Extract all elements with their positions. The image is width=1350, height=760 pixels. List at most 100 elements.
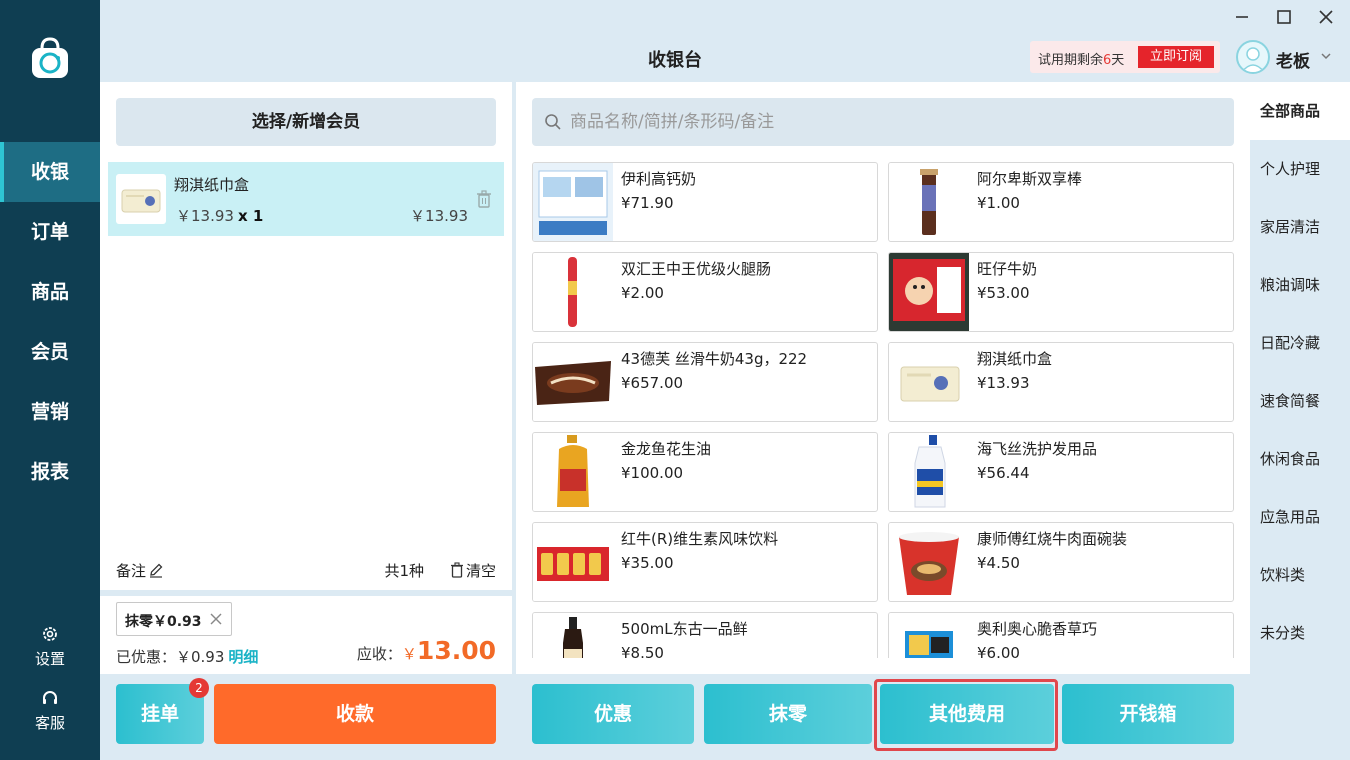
nav-item-marketing[interactable]: 营销 <box>0 382 100 442</box>
cart-item-name: 翔淇纸巾盒 <box>174 176 250 194</box>
product-card[interactable]: 红牛(R)维生素风味饮料 ¥35.00 <box>532 522 878 602</box>
user-menu[interactable]: 老板 <box>1236 40 1336 74</box>
settings-button[interactable]: 设置 <box>0 624 100 669</box>
nav-item-cashier[interactable]: 收银 <box>0 142 100 202</box>
product-price: ¥53.00 <box>977 284 1030 302</box>
product-card[interactable]: 金龙鱼花生油 ¥100.00 <box>532 432 878 512</box>
trash-icon <box>450 562 463 578</box>
product-card[interactable]: 翔淇纸巾盒 ¥13.93 <box>888 342 1234 422</box>
round-off-tag: 抹零￥0.93 <box>116 602 232 636</box>
product-price: ¥2.00 <box>621 284 664 302</box>
discount-button[interactable]: 优惠 <box>532 684 694 744</box>
product-name: 43德芙 丝滑牛奶43g，222 <box>621 350 808 368</box>
nav-item-products[interactable]: 商品 <box>0 262 100 322</box>
category-list: 全部商品 个人护理 家居清洁 粮油调味 日配冷藏 速食简餐 休闲食品 应急用品 … <box>1250 82 1350 674</box>
product-image <box>533 523 613 601</box>
settings-label: 设置 <box>34 650 65 668</box>
service-label: 客服 <box>34 714 65 732</box>
product-image <box>889 253 969 331</box>
product-image <box>533 253 613 331</box>
hold-order-button[interactable]: 挂单 2 <box>116 678 209 744</box>
amount-due: 应收：￥13.00 <box>356 636 496 665</box>
customer-service-button[interactable]: 客服 <box>0 688 100 733</box>
product-card[interactable]: 双汇王中王优级火腿肠 ¥2.00 <box>532 252 878 332</box>
product-card[interactable]: 奥利奥心脆香草巧 ¥6.00 <box>888 612 1234 658</box>
product-image <box>889 613 969 658</box>
product-card[interactable]: 海飞丝洗护发用品 ¥56.44 <box>888 432 1234 512</box>
product-image <box>533 163 613 241</box>
cart-summary-row: 备注 共1种 清空 <box>116 560 496 582</box>
product-price: ¥8.50 <box>621 644 664 658</box>
product-name: 伊利高钙奶 <box>621 170 697 188</box>
product-price: ¥1.00 <box>977 194 1020 212</box>
close-icon[interactable] <box>1314 6 1338 28</box>
cart-item[interactable]: 翔淇纸巾盒 ￥13.93 x 1 ￥13.93 <box>108 162 504 236</box>
clear-cart-button[interactable]: 清空 <box>450 560 496 581</box>
gear-icon <box>43 627 57 641</box>
product-image <box>533 433 613 511</box>
left-nav: 收银 订单 商品 会员 营销 报表 设置 客服 <box>0 0 100 760</box>
minimize-icon[interactable] <box>1230 6 1254 28</box>
app-logo-icon <box>32 37 68 78</box>
product-name: 金龙鱼花生油 <box>621 440 712 458</box>
product-image <box>889 523 969 601</box>
amount-due-value: 13.00 <box>416 636 496 665</box>
search-input[interactable] <box>570 98 1220 146</box>
cart-footer: 抹零￥0.93 已优惠：￥0.93 明细 应收：￥13.00 <box>100 590 512 674</box>
category-instant-food[interactable]: 速食简餐 <box>1250 372 1350 430</box>
product-price: ¥56.44 <box>977 464 1030 482</box>
product-name: 奥利奥心脆香草巧 <box>977 620 1098 638</box>
category-emergency[interactable]: 应急用品 <box>1250 488 1350 546</box>
maximize-icon[interactable] <box>1272 6 1296 28</box>
product-name: 阿尔卑斯双享棒 <box>977 170 1083 188</box>
category-grain-oil[interactable]: 粮油调味 <box>1250 256 1350 314</box>
discount-detail-link[interactable]: 明细 <box>228 648 258 666</box>
product-name: 康师傅红烧牛肉面碗装 <box>977 530 1128 548</box>
select-member-button[interactable]: 选择/新增会员 <box>116 98 496 146</box>
cart-item-subtotal: ￥13.93 <box>410 207 468 225</box>
headset-icon <box>43 691 57 704</box>
discount-summary: 已优惠：￥0.93 明细 <box>116 648 259 666</box>
product-price: ¥6.00 <box>977 644 1020 658</box>
product-image <box>533 343 613 421</box>
product-image <box>533 613 613 658</box>
cart-panel: 选择/新增会员 翔淇纸巾盒 ￥13.93 x 1 ￥13.93 备注 共1种 清空 <box>100 82 512 674</box>
product-card[interactable]: 旺仔牛奶 ¥53.00 <box>888 252 1234 332</box>
product-name: 海飞丝洗护发用品 <box>977 440 1098 458</box>
product-image <box>889 343 969 421</box>
trial-banner: 试用期剩余6天 立即订阅 <box>1030 41 1220 73</box>
nav-item-reports[interactable]: 报表 <box>0 442 100 502</box>
product-card[interactable]: 43德芙 丝滑牛奶43g，222 ¥657.00 <box>532 342 878 422</box>
category-chilled[interactable]: 日配冷藏 <box>1250 314 1350 372</box>
category-uncategorized[interactable]: 未分类 <box>1250 604 1350 662</box>
product-name: 双汇王中王优级火腿肠 <box>621 260 772 278</box>
product-price: ¥35.00 <box>621 554 674 572</box>
product-card[interactable]: 伊利高钙奶 ¥71.90 <box>532 162 878 242</box>
avatar <box>1236 40 1270 74</box>
product-image <box>889 433 969 511</box>
category-all[interactable]: 全部商品 <box>1250 82 1350 140</box>
checkout-button[interactable]: 收款 <box>214 684 496 744</box>
trash-icon[interactable] <box>476 190 492 208</box>
product-card[interactable]: 康师傅红烧牛肉面碗装 ¥4.50 <box>888 522 1234 602</box>
round-off-button[interactable]: 抹零 <box>704 684 872 744</box>
cart-item-qty: x 1 <box>237 207 264 225</box>
category-beverages[interactable]: 饮料类 <box>1250 546 1350 604</box>
product-card[interactable]: 500mL东古一品鲜 ¥8.50 <box>532 612 878 658</box>
other-fees-button[interactable]: 其他费用 <box>880 684 1054 744</box>
search-bar <box>532 98 1234 146</box>
note-button[interactable]: 备注 <box>116 560 164 581</box>
nav-item-members[interactable]: 会员 <box>0 322 100 382</box>
product-price: ¥13.93 <box>977 374 1030 392</box>
category-personal-care[interactable]: 个人护理 <box>1250 140 1350 198</box>
category-home-cleaning[interactable]: 家居清洁 <box>1250 198 1350 256</box>
nav-item-orders[interactable]: 订单 <box>0 202 100 262</box>
cart-item-price: ￥13.93 x 1 <box>176 207 264 225</box>
category-snacks[interactable]: 休闲食品 <box>1250 430 1350 488</box>
product-image <box>889 163 969 241</box>
product-card[interactable]: 阿尔卑斯双享棒 ¥1.00 <box>888 162 1234 242</box>
subscribe-button[interactable]: 立即订阅 <box>1138 46 1214 68</box>
close-icon[interactable] <box>209 612 223 626</box>
open-cash-drawer-button[interactable]: 开钱箱 <box>1062 684 1234 744</box>
username: 老板 <box>1276 52 1310 72</box>
